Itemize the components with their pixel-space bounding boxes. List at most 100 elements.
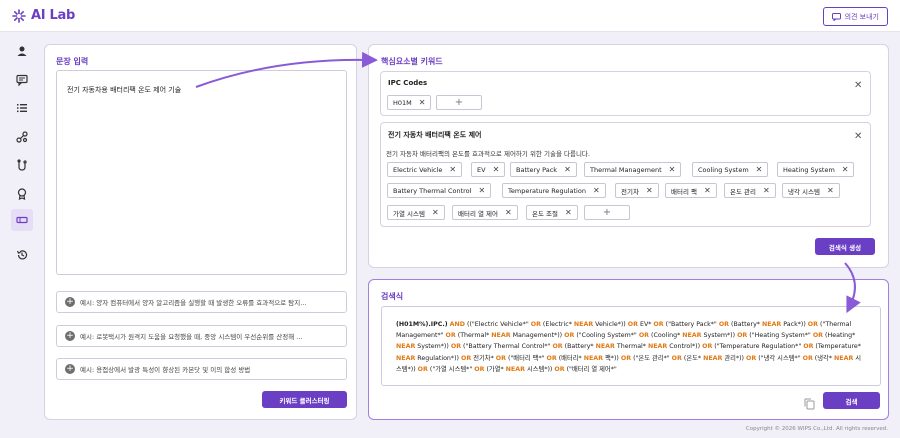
- close-icon[interactable]: ✕: [564, 165, 571, 174]
- chip-label: 배터리 팩: [671, 187, 697, 196]
- keyword-chip[interactable]: EV ✕: [471, 162, 506, 177]
- topic-card-title: 전기 자동차 배터리팩 온도 제어: [388, 131, 482, 139]
- keyword-chip[interactable]: Heating System ✕: [777, 162, 855, 177]
- query-operator: OR: [564, 332, 575, 340]
- query-token: (Electric*: [540, 321, 574, 328]
- query-operator: OR: [803, 343, 814, 351]
- query-token: EV*: [637, 321, 654, 328]
- keyword-chip[interactable]: 가열 시스템 ✕: [387, 205, 445, 220]
- chip-label: 가열 시스템: [393, 209, 425, 218]
- query-token: Pack*)): [781, 321, 808, 328]
- close-icon[interactable]: ✕: [669, 165, 676, 174]
- query-operator: OR: [653, 321, 664, 328]
- close-icon[interactable]: ✕: [842, 165, 849, 174]
- keyword-chip[interactable]: Electric Vehicle ✕: [387, 162, 463, 177]
- close-icon[interactable]: ✕: [704, 186, 711, 195]
- close-icon[interactable]: ✕: [505, 208, 512, 217]
- nav-chat[interactable]: [11, 69, 33, 91]
- close-icon[interactable]: ✕: [854, 131, 892, 142]
- query-token: 전기차*: [471, 354, 496, 362]
- keyword-chip[interactable]: Battery Pack ✕: [510, 162, 577, 177]
- keyword-chip[interactable]: 배터리 열 제어 ✕: [452, 205, 518, 220]
- query-operator: OR: [671, 354, 682, 362]
- keyword-clustering-button[interactable]: 키워드 클러스터링: [262, 391, 347, 408]
- close-icon[interactable]: ✕: [763, 186, 770, 195]
- query-operator: OR: [812, 332, 824, 340]
- query-operator: OR: [746, 354, 757, 362]
- keyword-chip[interactable]: 배터리 팩 ✕: [665, 183, 717, 198]
- close-icon[interactable]: ✕: [827, 186, 834, 195]
- close-icon[interactable]: ✕: [493, 165, 500, 174]
- chip-label: EV: [477, 165, 486, 174]
- query-operator: OR: [546, 354, 557, 362]
- flow-icon: [17, 159, 27, 171]
- keyword-chip[interactable]: Battery Thermal Control ✕: [387, 183, 492, 198]
- close-icon[interactable]: ✕: [419, 98, 426, 107]
- keyword-chip[interactable]: Temperature Regulation ✕: [502, 183, 606, 198]
- close-icon[interactable]: ✕: [432, 208, 439, 217]
- query-token: ("가열 시스템*": [427, 365, 475, 373]
- close-icon[interactable]: ✕: [593, 186, 600, 195]
- close-icon[interactable]: ✕: [854, 80, 892, 91]
- keyword-chip[interactable]: 온도 관리 ✕: [724, 183, 776, 198]
- query-operator: OR: [450, 343, 462, 351]
- query-token: (배터리*: [556, 354, 584, 362]
- query-token: Management*)): [510, 332, 565, 340]
- sparkle-logo-icon: [12, 8, 26, 23]
- top-bar: AI Lab 의견 보내기: [0, 0, 900, 32]
- copyright: Copyright © 2026 WIPS Co.,Ltd. All right…: [745, 426, 888, 432]
- keyword-chip[interactable]: 전기차 ✕: [615, 183, 659, 198]
- close-icon[interactable]: ✕: [646, 186, 653, 195]
- nav-history[interactable]: [11, 244, 33, 266]
- example-item[interactable]: + 예시: 로봇택시가 원격지 도움을 요청했을 때, 중앙 시스템이 우선순위…: [56, 325, 347, 347]
- nav-ticket[interactable]: [11, 209, 33, 231]
- plus-circle-icon: +: [65, 331, 75, 341]
- close-icon[interactable]: ✕: [565, 208, 572, 217]
- close-icon[interactable]: ✕: [478, 186, 485, 195]
- search-button[interactable]: 검색: [823, 392, 880, 409]
- award-icon: [17, 188, 27, 200]
- example-text: 예시: 로봇택시가 원격지 도움을 요청했을 때, 중앙 시스템이 우선순위를 …: [80, 333, 303, 341]
- close-icon[interactable]: ✕: [756, 165, 763, 174]
- query-token: (H01M%).IPC.): [396, 321, 448, 328]
- query-token: Thermal*: [614, 343, 648, 351]
- plus-circle-icon: +: [65, 364, 75, 374]
- close-icon[interactable]: ✕: [449, 165, 456, 174]
- keyword-panel-title: 핵심요소별 키워드: [381, 57, 443, 66]
- query-operator: OR: [554, 365, 565, 373]
- query-token: (온도*: [681, 354, 704, 362]
- network-icon: [16, 131, 28, 143]
- nav-flow[interactable]: [11, 154, 33, 176]
- query-operator: NEAR: [491, 332, 511, 340]
- copy-icon[interactable]: [804, 395, 815, 414]
- query-box[interactable]: (H01M%).IPC.) AND (("Electric Vehicle*" …: [381, 306, 881, 386]
- query-panel-title: 검색식: [381, 292, 404, 301]
- example-item[interactable]: + 예시: 양자 컴퓨터에서 양자 알고리즘을 실행할 때 발생한 오류를 효과…: [56, 291, 347, 313]
- generate-query-button[interactable]: 검색식 생성: [815, 238, 875, 255]
- query-token: Control*)): [667, 343, 703, 351]
- example-item[interactable]: + 예시: 용접상에서 발광 특성이 향상된 카본닷 및 이의 합성 방법: [56, 358, 347, 380]
- nav-user[interactable]: [11, 40, 33, 62]
- query-token: ("Battery Pack*": [663, 321, 719, 328]
- chip-label: Cooling System: [698, 165, 749, 174]
- query-operator: NEAR: [573, 321, 594, 328]
- query-token: ("온도 관리*": [631, 354, 672, 362]
- chip-label: H01M: [393, 98, 412, 107]
- message-icon: [831, 12, 841, 21]
- add-chip-button[interactable]: +: [436, 95, 482, 110]
- keyword-chip[interactable]: Thermal Management ✕: [584, 162, 682, 177]
- query-token: ("Temperature Regulation*": [712, 343, 804, 351]
- keyword-chip[interactable]: Cooling System ✕: [692, 162, 769, 177]
- keyword-chip[interactable]: 냉각 시스템 ✕: [782, 183, 840, 198]
- keyword-chip[interactable]: H01M ✕: [387, 95, 432, 110]
- logo[interactable]: AI Lab: [12, 8, 75, 23]
- keyword-chip[interactable]: 온도 조절 ✕: [526, 205, 578, 220]
- nav-network[interactable]: [11, 126, 33, 148]
- nav-award[interactable]: [11, 183, 33, 205]
- sentence-textarea[interactable]: 전기 자동차용 배터리팩 온도 제어 기술: [56, 70, 347, 275]
- query-token: ("냉각 시스템*": [756, 354, 803, 362]
- feedback-button[interactable]: 의견 보내기: [822, 7, 888, 26]
- add-chip-button[interactable]: +: [584, 205, 630, 220]
- query-operator: OR: [627, 321, 638, 328]
- nav-list[interactable]: [11, 97, 33, 119]
